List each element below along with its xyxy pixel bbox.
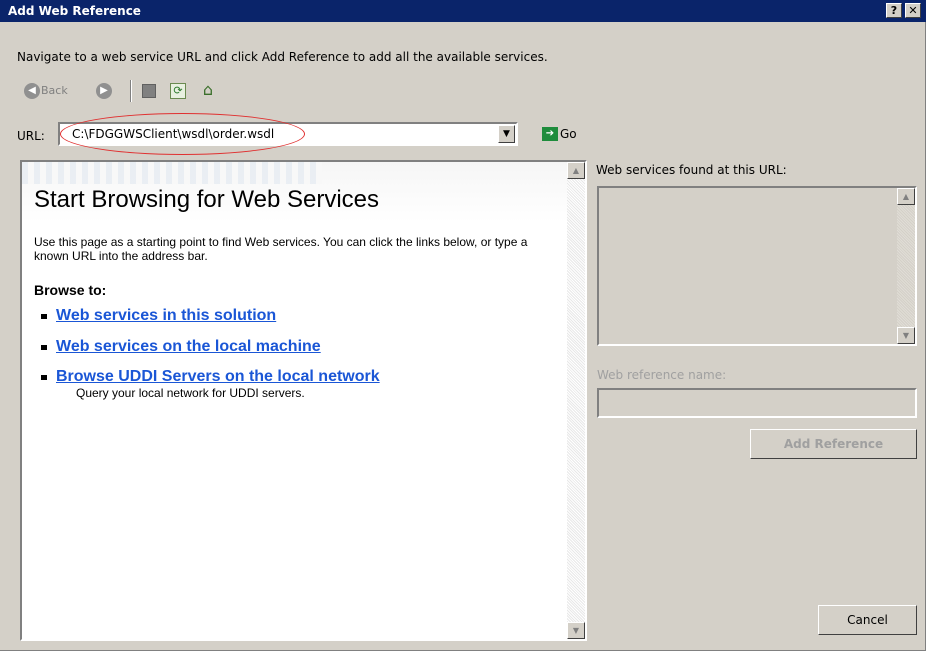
link-solution-services[interactable]: Web services in this solution (41, 307, 276, 325)
add-reference-button[interactable]: Add Reference (750, 429, 917, 459)
add-web-reference-dialog: Add Web Reference ? ✕ Navigate to a web … (0, 0, 926, 651)
home-icon[interactable]: ⌂ (199, 81, 217, 99)
banner-decoration (22, 162, 322, 184)
found-services-list[interactable]: ▲ ▼ (597, 186, 917, 346)
dialog-title: Add Web Reference (8, 4, 141, 18)
scroll-up-icon[interactable]: ▲ (567, 162, 585, 179)
found-list-scrollbar[interactable]: ▲ ▼ (897, 188, 915, 344)
link-label[interactable]: Web services on the local machine (56, 338, 321, 355)
link-label[interactable]: Web services in this solution (56, 307, 276, 324)
instruction-text: Navigate to a web service URL and click … (17, 50, 548, 64)
bullet-icon (41, 345, 47, 350)
found-services-label: Web services found at this URL: (596, 163, 787, 177)
link-label[interactable]: Browse UDDI Servers on the local network (56, 368, 380, 385)
title-bar: Add Web Reference ? ✕ (0, 0, 926, 22)
reference-name-label: Web reference name: (597, 368, 727, 382)
go-label: Go (560, 127, 577, 141)
back-arrow-icon[interactable]: ◀ (24, 83, 40, 99)
scroll-down-icon[interactable]: ▼ (897, 327, 915, 344)
url-combobox[interactable]: C:\FDGGWSClient\wsdl\order.wsdl ▼ (58, 122, 518, 146)
refresh-icon[interactable]: ⟳ (170, 83, 186, 99)
browse-to-heading: Browse to: (34, 282, 107, 298)
url-input[interactable]: C:\FDGGWSClient\wsdl\order.wsdl (72, 127, 274, 141)
browser-scrollbar[interactable]: ▲ ▼ (567, 162, 585, 639)
link-local-machine-services[interactable]: Web services on the local machine (41, 338, 321, 356)
chevron-down-icon[interactable]: ▼ (498, 125, 515, 143)
reference-name-input[interactable] (597, 388, 917, 418)
scroll-down-icon[interactable]: ▼ (567, 622, 585, 639)
browser-pane[interactable]: Start Browsing for Web Services Use this… (20, 160, 587, 641)
uddi-description: Query your local network for UDDI server… (76, 386, 305, 400)
close-button[interactable]: ✕ (905, 3, 921, 18)
help-button[interactable]: ? (886, 3, 902, 18)
browser-heading: Start Browsing for Web Services (34, 186, 380, 213)
scroll-up-icon[interactable]: ▲ (897, 188, 915, 205)
browser-description: Use this page as a starting point to fin… (34, 235, 528, 263)
link-uddi-servers[interactable]: Browse UDDI Servers on the local network (41, 368, 380, 386)
go-arrow-icon: ➔ (542, 127, 558, 141)
forward-arrow-icon[interactable]: ▶ (96, 83, 112, 99)
cancel-button[interactable]: Cancel (818, 605, 917, 635)
bullet-icon (41, 375, 47, 380)
stop-icon[interactable] (142, 84, 156, 98)
go-button[interactable]: ➔ Go (542, 127, 577, 141)
url-label: URL: (17, 129, 45, 143)
back-button-label[interactable]: Back (41, 84, 68, 97)
bullet-icon (41, 314, 47, 319)
toolbar-separator (130, 80, 132, 102)
